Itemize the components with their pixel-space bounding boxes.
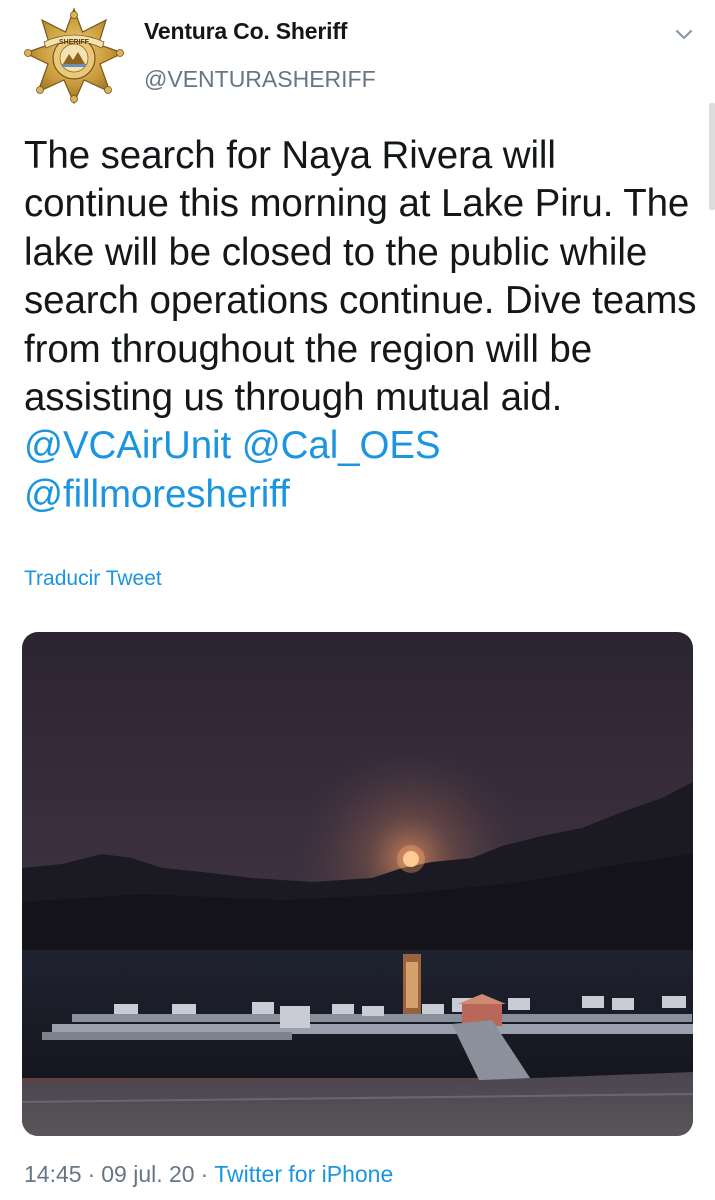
scrollbar[interactable] bbox=[709, 103, 715, 210]
author-name[interactable]: Ventura Co. Sheriff bbox=[144, 18, 347, 45]
author-avatar[interactable]: SHERIFF bbox=[22, 6, 126, 106]
tweet-meta: 14:45 · 09 jul. 20 · Twitter for iPhone bbox=[24, 1161, 393, 1188]
tweet-card: SHERIFF Ventura Co. Sheriff @VENTURASHER… bbox=[0, 0, 715, 1200]
tweet-time: 14:45 bbox=[24, 1161, 82, 1187]
chevron-down-icon[interactable] bbox=[672, 22, 696, 46]
tweet-date[interactable]: 09 jul. 20 bbox=[101, 1161, 194, 1187]
mention-fillmoresheriff[interactable]: @fillmoresheriff bbox=[24, 473, 290, 516]
tweet-text: The search for Naya Rivera will continue… bbox=[24, 132, 704, 519]
tweet-photo[interactable] bbox=[22, 632, 693, 1136]
lake-night-photo bbox=[22, 632, 693, 1136]
tweet-body: The search for Naya Rivera will continue… bbox=[24, 134, 697, 420]
mention-cal-oes[interactable]: @Cal_OES bbox=[242, 424, 441, 467]
mention-vcairunit[interactable]: @VCAirUnit bbox=[24, 424, 231, 467]
translate-tweet-link[interactable]: Traducir Tweet bbox=[24, 567, 162, 591]
author-handle[interactable]: @VENTURASHERIFF bbox=[144, 66, 376, 93]
meta-separator: · bbox=[200, 1161, 209, 1187]
tweet-source-link[interactable]: Twitter for iPhone bbox=[214, 1161, 393, 1187]
meta-separator: · bbox=[87, 1161, 96, 1187]
sheriff-star-badge-icon: SHERIFF bbox=[23, 7, 125, 105]
svg-text:SHERIFF: SHERIFF bbox=[59, 39, 90, 46]
